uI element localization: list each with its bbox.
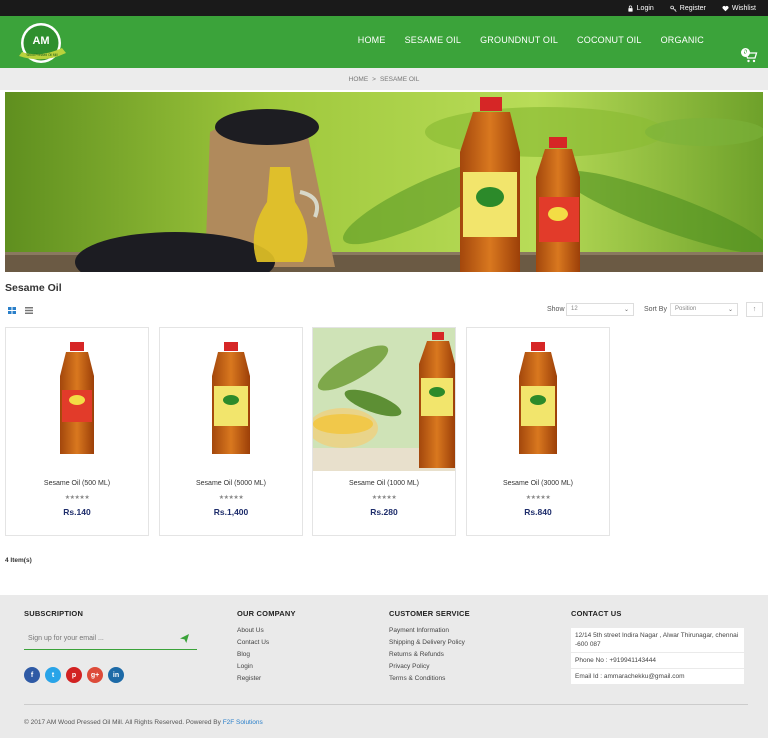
customer-service-links: Payment Information Shipping & Delivery … <box>389 627 465 683</box>
linkedin-icon[interactable]: in <box>108 667 124 683</box>
grid-icon <box>8 306 16 314</box>
site-footer: SUBSCRIPTION Sign up for your email ... … <box>0 595 768 738</box>
show-per-page-value: 12 <box>571 306 578 312</box>
contact-details: 12/14 5th street Indira Nagar , Alwar Th… <box>571 628 744 685</box>
product-image <box>60 342 94 454</box>
footer-link-about-us[interactable]: About Us <box>237 627 269 635</box>
show-per-page-select[interactable]: 12 ⌄ <box>566 303 634 316</box>
breadcrumb: HOME > SESAME OIL <box>0 68 768 90</box>
show-label: Show <box>547 306 565 313</box>
main-nav: HOME SESAME OIL GROUNDNUT OIL COCONUT OI… <box>358 35 704 45</box>
our-company-heading: OUR COMPANY <box>237 609 296 618</box>
product-name: Sesame Oil (500 ML) <box>43 480 111 487</box>
product-card[interactable]: Sesame Oil (1000 ML) ★★★★★ Rs.280 <box>312 327 456 536</box>
pinterest-icon[interactable]: p <box>66 667 82 683</box>
product-name: Sesame Oil (5000 ML) <box>195 480 267 487</box>
footer-divider <box>24 704 748 705</box>
nav-organic[interactable]: ORGANIC <box>661 35 704 45</box>
nav-coconut-oil[interactable]: COCONUT OIL <box>577 35 642 45</box>
contact-phone: Phone No : +919941143444 <box>571 653 744 669</box>
product-price: Rs.140 <box>63 507 91 517</box>
am-logo[interactable]: AM Wood Pressed Oil Mill <box>16 20 72 64</box>
list-icon <box>25 306 33 314</box>
footer-link-blog[interactable]: Blog <box>237 651 269 659</box>
sort-by-select[interactable]: Position ⌄ <box>670 303 738 316</box>
grid-view-button[interactable] <box>5 304 19 316</box>
footer-link-register[interactable]: Register <box>237 675 269 683</box>
facebook-icon[interactable]: f <box>24 667 40 683</box>
login-label: Login <box>636 4 654 12</box>
rating-stars: ★★★★★ <box>525 495 551 501</box>
product-price: Rs.280 <box>370 507 398 517</box>
cart-icon <box>743 50 758 63</box>
social-links: f t p g+ in <box>24 667 124 683</box>
subscription-email-input[interactable]: Sign up for your email ... <box>24 628 197 650</box>
key-icon <box>670 5 677 12</box>
nav-sesame-oil[interactable]: SESAME OIL <box>405 35 462 45</box>
product-image <box>519 342 557 454</box>
sort-direction-button[interactable]: ↑ <box>746 302 763 317</box>
page-title: Sesame Oil <box>5 282 62 294</box>
customer-service-heading: CUSTOMER SERVICE <box>389 609 470 618</box>
logo-text: AM <box>32 35 49 47</box>
rating-stars: ★★★★★ <box>371 495 397 501</box>
subscription-heading: SUBSCRIPTION <box>24 609 84 618</box>
nav-home[interactable]: HOME <box>358 35 386 45</box>
copyright-text: © 2017 AM Wood Pressed Oil Mill. All Rig… <box>24 719 263 726</box>
google-plus-icon[interactable]: g+ <box>87 667 103 683</box>
nav-groundnut-oil[interactable]: GROUNDNUT OIL <box>480 35 558 45</box>
product-card[interactable]: Sesame Oil (3000 ML) ★★★★★ Rs.840 <box>466 327 610 536</box>
register-label: Register <box>679 4 706 12</box>
product-card[interactable]: Sesame Oil (5000 ML) ★★★★★ Rs.1,400 <box>159 327 303 536</box>
breadcrumb-home[interactable]: HOME <box>349 76 369 83</box>
top-bar: Login Register Wishlist <box>0 0 768 16</box>
logo-subtext: Wood Pressed Oil Mill <box>26 53 58 57</box>
lock-icon <box>628 5 633 12</box>
list-view-button[interactable] <box>22 304 36 316</box>
chevron-down-icon: ⌄ <box>623 307 629 313</box>
send-icon[interactable] <box>180 634 189 643</box>
rating-stars: ★★★★★ <box>218 495 244 501</box>
contact-address: 12/14 5th street Indira Nagar , Alwar Th… <box>571 628 744 653</box>
twitter-icon[interactable]: t <box>45 667 61 683</box>
rating-stars: ★★★★★ <box>64 495 90 501</box>
footer-link-privacy-policy[interactable]: Privacy Policy <box>389 663 465 671</box>
footer-link-terms-conditions[interactable]: Terms & Conditions <box>389 675 465 683</box>
product-name: Sesame Oil (3000 ML) <box>502 480 574 487</box>
register-link[interactable]: Register <box>670 5 706 12</box>
breadcrumb-current: SESAME OIL <box>379 75 420 83</box>
sort-by-label: Sort By <box>644 306 667 313</box>
breadcrumb-separator: > <box>372 75 376 83</box>
footer-link-returns-refunds[interactable]: Returns & Refunds <box>389 651 465 659</box>
product-name: Sesame Oil (1000 ML) <box>348 480 420 487</box>
main-header: AM Wood Pressed Oil Mill HOME SESAME OIL… <box>0 16 768 68</box>
category-banner-image <box>5 92 763 272</box>
login-link[interactable]: Login <box>627 5 654 12</box>
product-price: Rs.840 <box>524 507 552 517</box>
contact-us-heading: CONTACT US <box>571 609 622 618</box>
footer-link-contact-us[interactable]: Contact Us <box>237 639 269 647</box>
contact-email: Email Id : ammarachekku@gmail.com <box>571 669 744 685</box>
powered-by-link[interactable]: F2F Solutions <box>223 719 263 726</box>
view-mode-switcher <box>5 304 36 316</box>
chevron-down-icon: ⌄ <box>727 307 733 313</box>
footer-link-login[interactable]: Login <box>237 663 269 671</box>
product-image <box>212 342 250 454</box>
wishlist-link[interactable]: Wishlist <box>722 5 756 12</box>
our-company-links: About Us Contact Us Blog Login Register <box>237 627 269 683</box>
product-card[interactable]: Sesame Oil (500 ML) ★★★★★ Rs.140 <box>5 327 149 536</box>
copyright-label: © 2017 AM Wood Pressed Oil Mill. All Rig… <box>24 719 221 726</box>
product-price: Rs.1,400 <box>213 507 249 517</box>
footer-link-shipping-policy[interactable]: Shipping & Delivery Policy <box>389 639 465 647</box>
item-count: 4 Item(s) <box>5 557 32 564</box>
cart-button[interactable] <box>742 49 758 63</box>
footer-link-payment-information[interactable]: Payment Information <box>389 627 465 635</box>
sort-by-value: Position <box>675 306 697 312</box>
heart-icon <box>722 5 729 11</box>
product-image <box>313 328 455 471</box>
wishlist-label: Wishlist <box>731 4 756 12</box>
